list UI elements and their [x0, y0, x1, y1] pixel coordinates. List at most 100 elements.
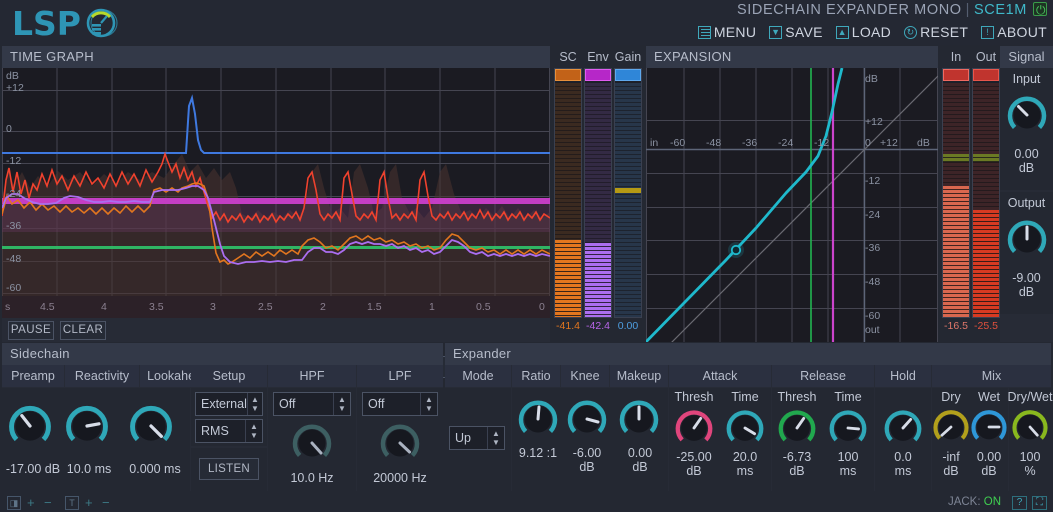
scale-increase-button[interactable]: + — [27, 495, 35, 510]
lpf-freq-value: 20000 Hz — [373, 471, 427, 485]
menu-button[interactable]: MENU — [697, 21, 756, 43]
mix-drywet-unit: % — [1024, 464, 1036, 478]
hold-header: Hold — [875, 365, 931, 387]
mix-wet-unit: dB — [981, 464, 997, 478]
plugin-title: SIDECHAIN EXPANDER MONO — [737, 2, 962, 18]
lpf-mode-value: Off — [368, 397, 385, 411]
refresh-circle-icon: ↻ — [904, 26, 918, 39]
font-increase-button[interactable]: + — [85, 495, 93, 510]
release-time-knob[interactable] — [826, 406, 870, 450]
reactivity-knob[interactable] — [62, 401, 112, 451]
power-icon[interactable] — [1033, 0, 1048, 21]
hpf-freq-knob[interactable] — [289, 420, 335, 466]
meter-out-bar — [972, 68, 1000, 318]
time-graph-x-label-9: 0 — [539, 301, 545, 313]
makeup-knob[interactable] — [616, 396, 662, 442]
listen-button[interactable]: LISTEN — [199, 458, 259, 480]
meter-gain-value: 0.00 — [617, 320, 639, 332]
time-graph-plot[interactable]: dB +12 0 -12 -24 -36 -48 -60 — [2, 68, 550, 296]
control-row: Sidechain Preamp Reactivity Lookahead -1… — [0, 343, 1053, 493]
font-decrease-button[interactable]: − — [102, 495, 110, 510]
sidechain-mode-select[interactable]: RMS ▲ ▼ — [195, 419, 263, 443]
header-right: SIDECHAIN EXPANDER MONO|SCE1M MENU ▼SAVE ▲… — [697, 0, 1048, 43]
pause-button[interactable]: PAUSE — [8, 321, 54, 340]
mix-header: Mix — [932, 365, 1051, 387]
hold-time-value: 0.0 — [894, 450, 912, 464]
reset-button-label: RESET — [920, 24, 969, 40]
sidechain-listen-cell: LISTEN — [191, 448, 267, 491]
lookahead-knob[interactable] — [126, 401, 176, 451]
save-button[interactable]: ▼ SAVE — [769, 21, 823, 43]
release-thresh-label: Thresh — [777, 390, 817, 404]
plugin-window: LSP SIDECHAIN EXPANDER MONO|SCE1M MENU▼S… — [0, 0, 1053, 512]
expansion-svg — [646, 68, 938, 342]
clear-button[interactable]: CLEAR — [60, 321, 106, 340]
sidechain-source-select[interactable]: External ▲ ▼ — [195, 392, 263, 416]
help-icon[interactable]: ? — [1012, 496, 1027, 510]
fullscreen-icon[interactable]: ⛶ — [1032, 496, 1047, 510]
expander-mode-cell: Up ▲ ▼ — [445, 388, 511, 491]
meter-sc-label: SC — [559, 50, 577, 64]
input-gain-knob[interactable] — [1004, 92, 1050, 138]
window-scale-icon[interactable]: ◨ — [7, 496, 21, 510]
output-gain-knob[interactable] — [1004, 216, 1050, 262]
expander-knee-header: Knee — [561, 365, 609, 387]
signal-output-value: -9.00 — [1012, 271, 1041, 285]
release-thresh-knob[interactable] — [775, 406, 819, 450]
about-button[interactable]: ! ABOUT — [981, 21, 1047, 43]
hpf-mode-select[interactable]: Off ▲ ▼ — [273, 392, 351, 416]
hamburger-icon — [697, 26, 711, 39]
sidechain-panel: Sidechain Preamp Reactivity Lookahead -1… — [2, 343, 443, 491]
scale-decrease-button[interactable]: − — [44, 495, 52, 510]
attack-thresh-value: -25.00 — [676, 450, 712, 464]
hold-time-knob[interactable] — [881, 406, 925, 450]
expansion-x-label-2: -36 — [742, 137, 758, 149]
reactivity-value: 10.0 ms — [66, 462, 112, 476]
attack-thresh-unit: dB — [686, 464, 702, 478]
chevron-updown-icon: ▲ ▼ — [420, 393, 437, 415]
io-meters: In -16.5 Out -25.5 — [940, 46, 1000, 342]
meter-sc: SC — [554, 46, 582, 68]
knee-knob[interactable] — [564, 396, 610, 442]
signal-input-value: 0.00 — [1014, 147, 1039, 161]
time-graph-panel: TIME GRAPH dB +12 0 -12 -24 -36 -48 -60 … — [2, 46, 550, 342]
time-graph-title: TIME GRAPH — [2, 46, 550, 68]
expander-mode-value: Up — [455, 431, 471, 445]
time-graph-x-label-7: 1 — [429, 301, 435, 313]
signal-output-unit: dB — [1018, 285, 1035, 299]
sidechain-mode-value: RMS — [201, 424, 229, 438]
reset-button[interactable]: ↻ RESET — [904, 21, 968, 43]
expander-mode-select[interactable]: Up ▲ ▼ — [449, 426, 505, 450]
release-time-unit: ms — [839, 464, 857, 478]
meter-gain-label: Gain — [614, 50, 642, 64]
time-graph-x-label-5: 2 — [320, 301, 326, 313]
preamp-knob[interactable] — [5, 401, 55, 451]
title-separator: | — [965, 2, 971, 18]
expansion-x-label-6: +12 — [880, 137, 898, 149]
lpf-freq-knob[interactable] — [377, 420, 423, 466]
mix-ratio-cell: Dry/Wet 100 % — [1008, 388, 1052, 491]
release-thresh-unit: dB — [789, 464, 805, 478]
expansion-x-label-0: -60 — [670, 137, 686, 149]
mix-dry-value: -inf — [942, 450, 960, 464]
meter-env: Env — [584, 46, 612, 68]
mix-drywet-knob[interactable] — [1009, 406, 1051, 448]
sidechain-reactivity-header: Reactivity — [65, 365, 139, 387]
lpf-mode-select[interactable]: Off ▲ ▼ — [362, 392, 438, 416]
release-cell: Thresh Time -6.73 dB 100 ms — [772, 388, 874, 491]
attack-time-knob[interactable] — [723, 406, 767, 450]
mix-dry-knob[interactable] — [930, 406, 972, 448]
attack-time-unit: ms — [736, 464, 754, 478]
signal-input-group: Input 0.00 dB — [1000, 68, 1053, 190]
hpf-mode-value: Off — [279, 397, 296, 411]
font-size-icon[interactable]: T — [65, 496, 79, 510]
ratio-knob[interactable] — [515, 396, 561, 442]
load-button[interactable]: ▲ LOAD — [835, 21, 891, 43]
mix-drywet-value: 100 — [1019, 450, 1041, 464]
expansion-y-label-5: -60 — [865, 310, 881, 322]
attack-thresh-knob[interactable] — [672, 406, 716, 450]
mix-wet-knob[interactable] — [968, 406, 1010, 448]
meter-sc-value: -41.4 — [556, 320, 580, 332]
hpf-freq-value: 10.0 Hz — [290, 471, 334, 485]
expansion-plot[interactable]: dB +12 -12 -24 -36 -48 -60 out in -60 -4… — [646, 68, 938, 342]
